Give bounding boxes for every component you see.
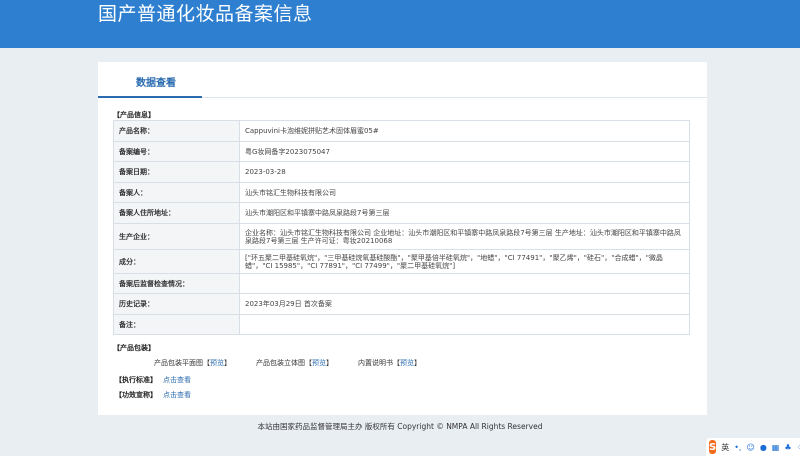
table-row: 历史记录： 2023年03月29日 首次备案: [113, 293, 690, 315]
page-footer: 本站由国家药品监督管理局主办 版权所有 Copyright © NMPA All…: [257, 422, 543, 431]
keyboard-icon[interactable]: ▦: [772, 443, 780, 452]
packaging-item: 产品包装平面图【预览】: [154, 359, 231, 367]
table-row: 备注：: [113, 314, 690, 335]
table-row: 成分： ["环五聚二甲基硅氧烷"，"三甲基硅烷氧基硅酸酯"，"聚甲基倍半硅氧烷"…: [113, 249, 690, 274]
microphone-icon[interactable]: ●: [760, 443, 767, 452]
row-key-remarks: 备注：: [113, 314, 240, 335]
row-value-history: 2023年03月29日 首次备案: [239, 293, 690, 315]
packaging-item-label: 产品包装平面图: [154, 359, 203, 367]
table-row: 备案日期： 2023-03-28: [113, 161, 690, 183]
preview-link-flat[interactable]: 预览: [210, 359, 224, 367]
efficacy-row: 【功效宣称】 点击查看: [115, 390, 191, 400]
row-key-filing-date: 备案日期：: [113, 161, 240, 183]
ime-mode-label[interactable]: 英: [721, 442, 729, 453]
row-value-remarks: [239, 314, 690, 335]
row-key-product-name: 产品名称：: [113, 120, 240, 142]
row-value-filer-address: 汕头市潮阳区和平镇寨中路凤泉路段7号第三层: [239, 202, 690, 224]
row-value-filer: 汕头市铭汇生物科技有限公司: [239, 182, 690, 203]
table-row: 生产企业： 企业名称：汕头市铭汇生物科技有限公司 企业地址：汕头市潮阳区和平镇寨…: [113, 223, 690, 250]
row-key-ingredients: 成分：: [113, 249, 240, 274]
row-value-product-name: Cappuvini卡泡维妮拼贴艺术固体眉蜜05#: [239, 120, 690, 142]
tab-active-indicator: [98, 96, 202, 98]
ime-toolbar[interactable]: S 英 •, ☺ ● ▦ ♣ ⁘: [706, 438, 800, 456]
packaging-item: 产品包装立体图【预览】: [256, 359, 333, 367]
apparel-icon[interactable]: ♣: [784, 443, 791, 452]
row-key-filing-number: 备案编号：: [113, 141, 240, 162]
packaging-section-label: 【产品包装】: [113, 344, 155, 352]
row-key-post-inspection: 备案后监督检查情况：: [113, 273, 240, 294]
emoji-icon[interactable]: ☺: [746, 443, 754, 452]
page-title: 国产普通化妆品备案信息: [98, 3, 313, 25]
row-value-filing-date: 2023-03-28: [239, 161, 690, 183]
preview-link-manual[interactable]: 预览: [400, 359, 414, 367]
standards-row: 【执行标准】 点击查看: [115, 375, 191, 385]
product-info-table: 产品名称： Cappuvini卡泡维妮拼贴艺术固体眉蜜05# 备案编号： 粤G妆…: [113, 120, 690, 335]
preview-link-3d[interactable]: 预览: [312, 359, 326, 367]
packaging-item-label: 产品包装立体图: [256, 359, 305, 367]
row-key-filer: 备案人：: [113, 182, 240, 203]
row-value-ingredients: ["环五聚二甲基硅氧烷"，"三甲基硅烷氧基硅酸酯"，"聚甲基倍半硅氧烷"，"地蜡…: [239, 249, 690, 274]
packaging-item: 内置说明书【预览】: [358, 359, 421, 367]
table-row: 备案人住所地址： 汕头市潮阳区和平镇寨中路凤泉路段7号第三层: [113, 202, 690, 224]
efficacy-view-link[interactable]: 点击查看: [163, 391, 191, 399]
row-key-history: 历史记录：: [113, 293, 240, 315]
row-key-filer-address: 备案人住所地址：: [113, 202, 240, 224]
standards-view-link[interactable]: 点击查看: [163, 376, 191, 384]
row-value-manufacturer: 企业名称：汕头市铭汇生物科技有限公司 企业地址：汕头市潮阳区和平镇寨中路凤泉路段…: [239, 223, 690, 250]
table-row: 备案后监督检查情况：: [113, 273, 690, 294]
content-panel: 数据查看 【产品信息】 产品名称： Cappuvini卡泡维妮拼贴艺术固体眉蜜0…: [98, 62, 707, 415]
sogou-logo-icon: S: [709, 440, 717, 454]
standards-label: 【执行标准】: [115, 376, 157, 384]
packaging-item-label: 内置说明书: [358, 359, 393, 367]
grid-menu-icon[interactable]: ⁘: [797, 443, 800, 452]
row-value-post-inspection: [239, 273, 690, 294]
table-row: 备案人： 汕头市铭汇生物科技有限公司: [113, 182, 690, 203]
row-key-manufacturer: 生产企业：: [113, 223, 240, 250]
punctuation-icon[interactable]: •,: [734, 443, 741, 452]
page-header: 国产普通化妆品备案信息: [0, 0, 800, 48]
table-row: 备案编号： 粤G妆网备字2023075047: [113, 141, 690, 162]
tab-data-view[interactable]: 数据查看: [136, 74, 176, 89]
row-value-filing-number: 粤G妆网备字2023075047: [239, 141, 690, 162]
efficacy-label: 【功效宣称】: [115, 391, 157, 399]
product-info-section-label: 【产品信息】: [113, 111, 155, 119]
table-row: 产品名称： Cappuvini卡泡维妮拼贴艺术固体眉蜜05#: [113, 120, 690, 142]
